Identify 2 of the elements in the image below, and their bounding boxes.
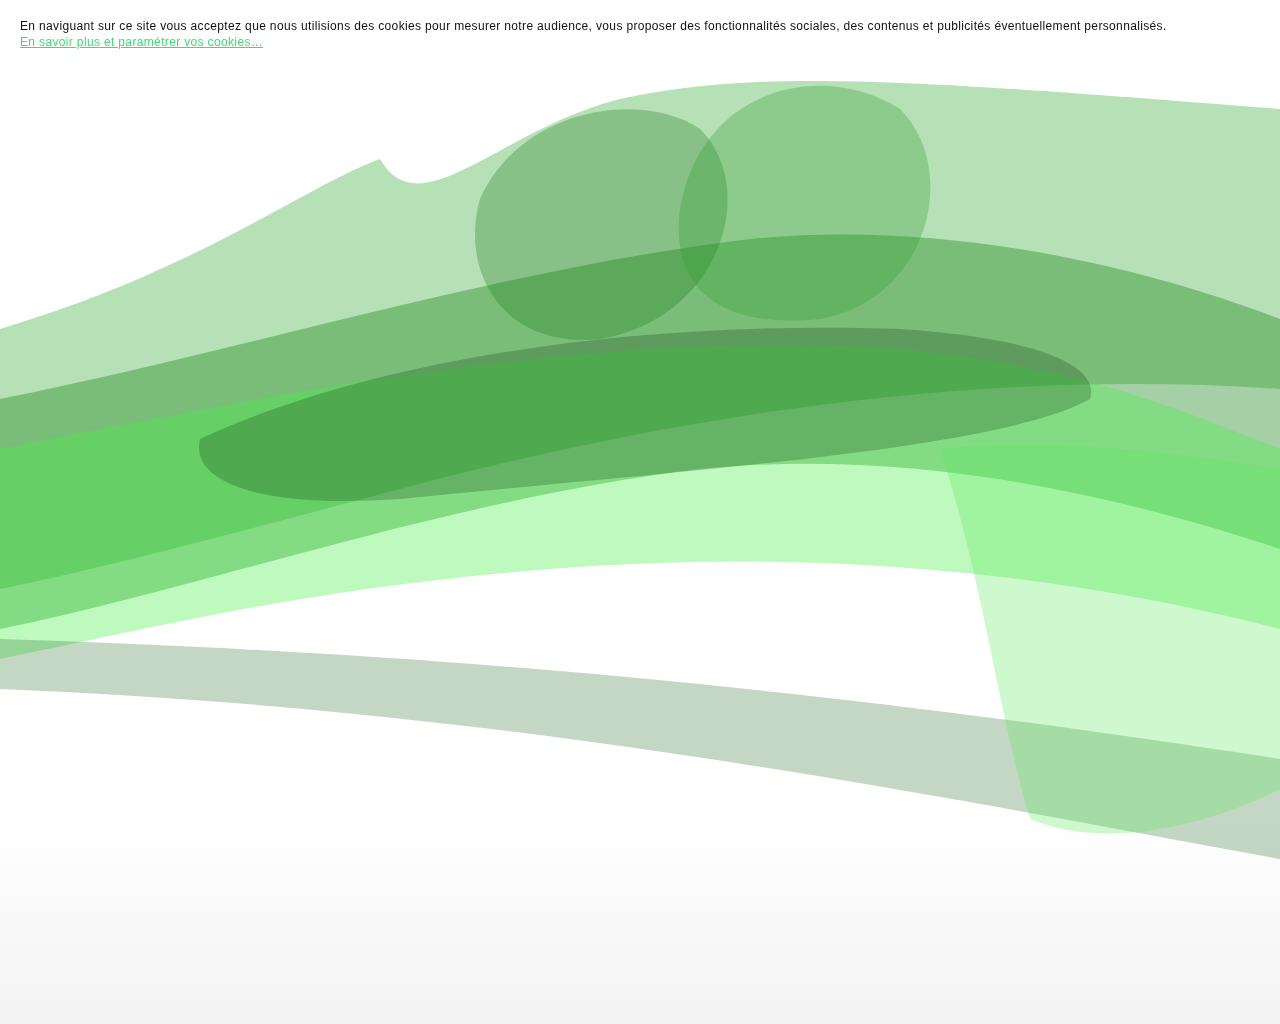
cookie-notice-text: En naviguant sur ce site vous acceptez que nous utilisions des cookies pour mesurer notre audience, vous proposer des fonctionnalités sociales, des contenus et publicités éventuellement personnalisés. En savoir plus et paramétrer vos cookies… — [20, 18, 1168, 50]
learn-more-link[interactable]: En savoir plus et paramétrer vos cookies… — [20, 35, 264, 49]
